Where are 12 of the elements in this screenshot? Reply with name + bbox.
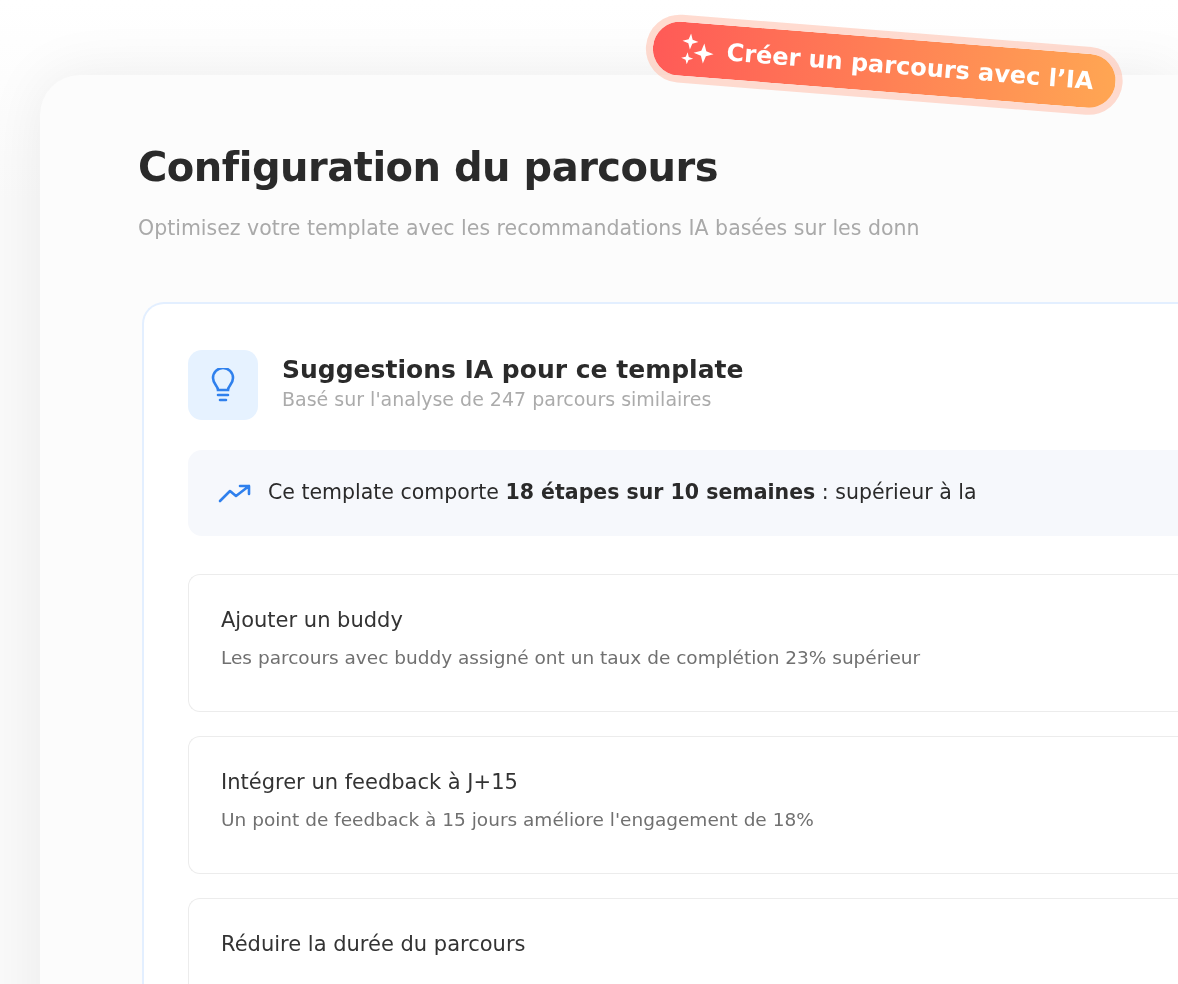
page-subtitle: Optimisez votre template avec les recommandations IA basées sur les donn bbox=[138, 215, 921, 242]
trend-up-icon bbox=[218, 482, 252, 503]
lightbulb-icon bbox=[188, 349, 258, 420]
insight-text: Ce template comporte 18 étapes sur 10 semaines : supérieur à la bbox=[268, 479, 977, 507]
suggestions-title: Suggestions IA pour ce template bbox=[282, 356, 744, 385]
suggestion-description: Les parcours avec buddy assigné ont un taux de complétion 23% supérieur bbox=[221, 646, 922, 671]
suggestions-subtitle: Basé sur l'analyse de 247 parcours similaires bbox=[282, 386, 713, 412]
page-title: Configuration du parcours bbox=[138, 143, 720, 191]
suggestion-title: Ajouter un buddy bbox=[221, 606, 404, 634]
suggestion-title: Réduire la durée du parcours bbox=[221, 930, 527, 958]
suggestion-description: Un point de feedback à 15 jours améliore l'engagement de 18% bbox=[221, 808, 815, 833]
suggestion-title: Intégrer un feedback à J+15 bbox=[221, 768, 519, 796]
